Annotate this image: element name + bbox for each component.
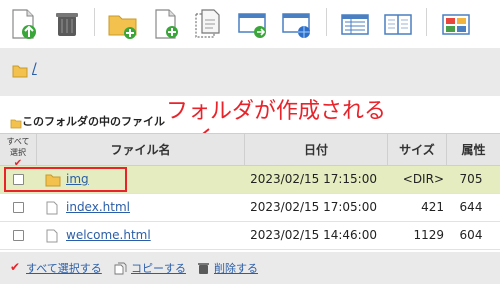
tiles-icon[interactable] — [441, 8, 471, 40]
window-move-icon[interactable] — [238, 8, 268, 40]
file-attr: 644 — [459, 200, 483, 214]
toolbar — [0, 0, 500, 48]
file-size: 1129 — [413, 228, 444, 242]
highlight-box — [4, 167, 127, 192]
footer-actions: ✔ すべて選択する コピーする 削除する — [0, 252, 500, 284]
row-checkbox[interactable] — [13, 230, 24, 241]
file-icon — [45, 201, 59, 215]
copy-icon[interactable] — [193, 8, 223, 40]
delete-link[interactable]: 削除する — [214, 260, 258, 276]
path-bar: / — [0, 48, 500, 96]
col-header-name[interactable]: ファイル名 — [37, 134, 245, 166]
list-view-icon[interactable] — [340, 8, 370, 40]
table-row: welcome.html 2023/02/15 14:46:00 1129 60… — [0, 222, 500, 250]
file-icon — [45, 229, 59, 243]
select-all-link[interactable]: すべて選択する — [26, 260, 102, 276]
new-file-icon[interactable] — [152, 8, 182, 40]
select-all-header[interactable]: すべて 選択 ✔ — [0, 134, 37, 169]
window-web-icon[interactable] — [282, 8, 312, 40]
new-folder-icon[interactable] — [108, 8, 138, 40]
file-attr: 705 — [459, 172, 483, 186]
file-date: 2023/02/15 17:05:00 — [250, 200, 377, 214]
file-attr: 604 — [459, 228, 483, 242]
col-header-size[interactable]: サイズ — [388, 134, 447, 166]
trash-icon — [197, 260, 210, 274]
file-name-link[interactable]: index.html — [66, 200, 130, 214]
check-icon: ✔ — [10, 260, 21, 274]
col-header-date[interactable]: 日付 — [245, 134, 388, 166]
upload-icon[interactable] — [10, 8, 40, 40]
table-header: すべて 選択 ✔ ファイル名 日付 サイズ 属性 — [0, 133, 500, 169]
path-link[interactable]: / — [32, 61, 37, 77]
copy-icon — [114, 260, 127, 275]
table-row: index.html 2023/02/15 17:05:00 421 644 — [0, 194, 500, 222]
folder-icon — [12, 63, 28, 78]
folder-note-icon — [10, 114, 22, 129]
annotation-text: フォルダが作成される — [166, 99, 387, 124]
row-checkbox[interactable] — [13, 202, 24, 213]
file-date: 2023/02/15 14:46:00 — [250, 228, 377, 242]
col-header-attr[interactable]: 属性 — [447, 134, 500, 166]
split-view-icon[interactable] — [383, 8, 413, 40]
trash-icon[interactable] — [52, 8, 82, 40]
file-size: 421 — [421, 200, 444, 214]
file-date: 2023/02/15 17:15:00 — [250, 172, 377, 186]
file-name-link[interactable]: welcome.html — [66, 228, 151, 242]
copy-link[interactable]: コピーする — [131, 260, 186, 276]
file-size: <DIR> — [402, 172, 444, 186]
